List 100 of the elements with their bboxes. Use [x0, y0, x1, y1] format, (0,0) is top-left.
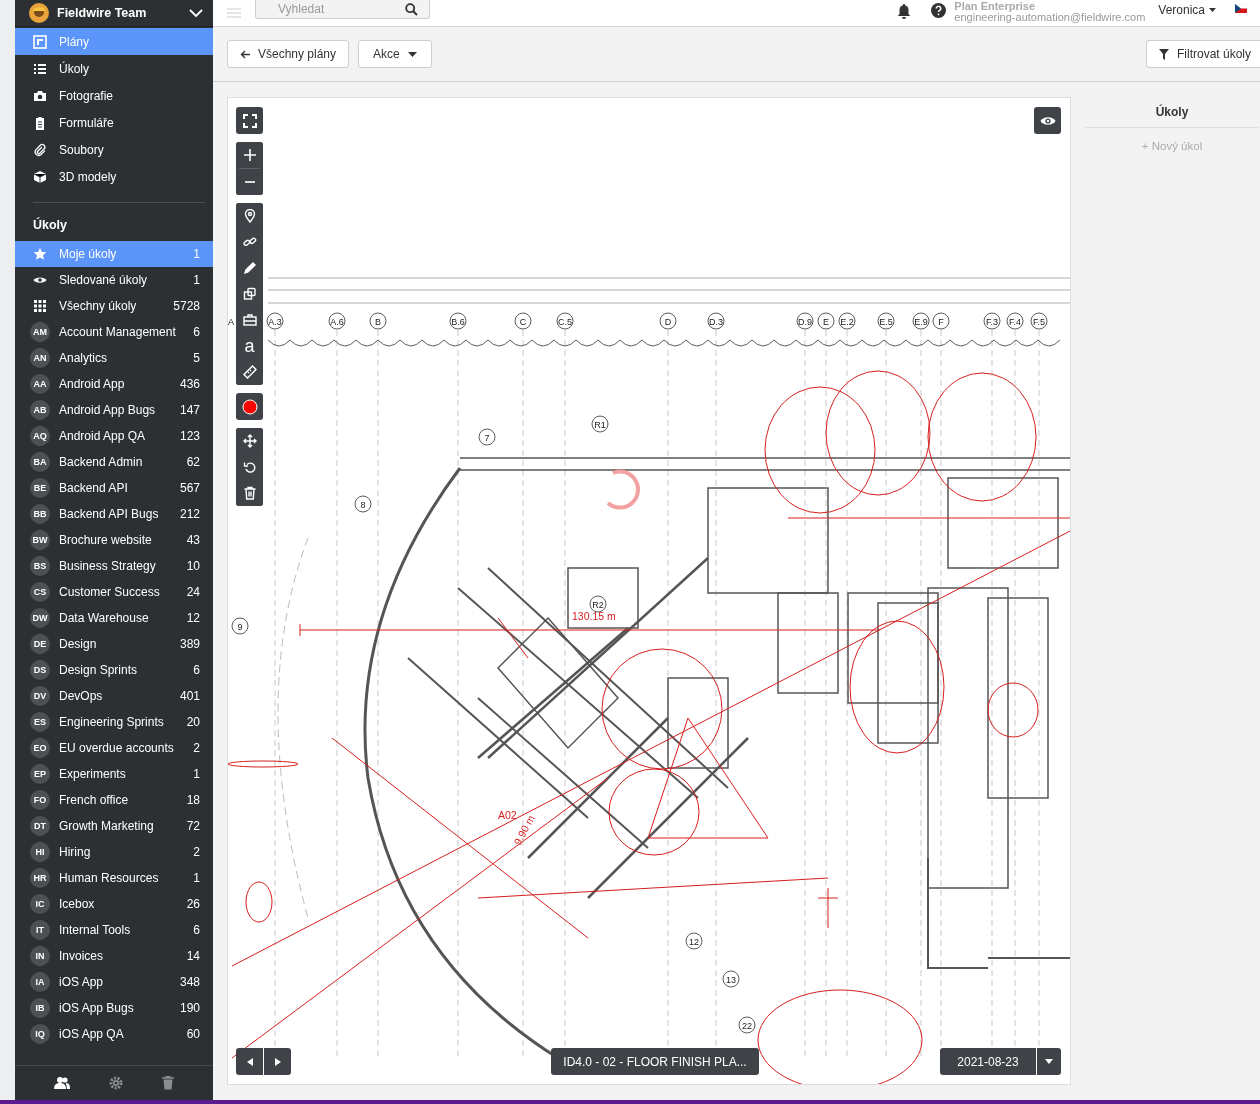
plan-marker: R2	[589, 595, 607, 613]
markup-circle	[987, 682, 1039, 738]
task-list-item[interactable]: BE Backend API 567	[15, 475, 213, 501]
visibility-toggle-button[interactable]	[1034, 107, 1061, 134]
notification-bell-icon[interactable]	[897, 3, 912, 19]
nav-item[interactable]: Fotografie	[15, 82, 213, 109]
task-list-item[interactable]: IT Internal Tools 6	[15, 917, 213, 943]
project-avatar: AN	[30, 348, 50, 368]
fullscreen-button[interactable]	[236, 107, 263, 134]
grid-bubble: E.5	[877, 312, 895, 330]
project-avatar: FO	[30, 790, 50, 810]
filter-button[interactable]: Filtrovat úkoly	[1145, 40, 1260, 68]
task-list-item[interactable]: DE Design 389	[15, 631, 213, 657]
task-list-item[interactable]: IC Icebox 26	[15, 891, 213, 917]
task-list-item[interactable]: AA Android App 436	[15, 371, 213, 397]
task-list-item[interactable]: IA iOS App 348	[15, 969, 213, 995]
version-dropdown-button[interactable]	[1037, 1048, 1061, 1075]
plan-marker: 12	[685, 932, 703, 950]
nav-item[interactable]: Soubory	[15, 136, 213, 163]
project-avatar: AB	[30, 400, 50, 420]
next-sheet-button[interactable]	[264, 1048, 291, 1075]
project-avatar: ES	[30, 712, 50, 732]
clipboard-icon	[33, 115, 47, 130]
grid-bubble: C.5	[556, 312, 574, 330]
task-list-item[interactable]: DW Data Warehouse 12	[15, 605, 213, 631]
team-switcher[interactable]: Fieldwire Team	[15, 0, 213, 27]
eye-icon	[1039, 114, 1056, 127]
plan-marker: 9	[231, 617, 249, 635]
settings-icon[interactable]	[109, 1076, 123, 1090]
version-date-button[interactable]: 2021-08-23	[940, 1048, 1036, 1075]
task-list-item[interactable]: BW Brochure website 43	[15, 527, 213, 553]
task-list-item[interactable]: HI Hiring 2	[15, 839, 213, 865]
task-list-item[interactable]: AQ Android App QA 123	[15, 423, 213, 449]
trash-icon[interactable]	[161, 1076, 174, 1090]
people-icon[interactable]	[54, 1076, 71, 1090]
search-field[interactable]: Vyhledat	[255, 0, 430, 19]
sheet-title-button[interactable]: ID4.0 - 02 - FLOOR FINISH PLA...	[551, 1048, 759, 1075]
nav-item[interactable]: Úkoly	[15, 55, 213, 82]
arrow-left-icon	[240, 49, 250, 59]
search-icon	[405, 2, 418, 16]
task-list-item[interactable]: BA Backend Admin 62	[15, 449, 213, 475]
back-button[interactable]: Všechny plány	[227, 40, 350, 68]
plan-marker: R1	[591, 415, 609, 433]
link-icon	[242, 235, 257, 249]
task-list-item[interactable]: DS Design Sprints 6	[15, 657, 213, 683]
shapes-icon	[242, 287, 257, 301]
grid-bubble: A.6	[328, 312, 346, 330]
plan-marker: 22	[738, 1016, 756, 1034]
task-list-item[interactable]: HR Human Resources 1	[15, 865, 213, 891]
record-icon	[241, 398, 258, 415]
project-avatar: DW	[30, 608, 50, 628]
actions-dropdown[interactable]: Akce	[358, 40, 432, 68]
toolbox-icon	[242, 313, 257, 327]
task-list-item[interactable]: AM Account Management 6	[15, 319, 213, 345]
task-list-item[interactable]: ES Engineering Sprints 20	[15, 709, 213, 735]
task-list-item[interactable]: IB iOS App Bugs 190	[15, 995, 213, 1021]
task-list-item[interactable]: IN Invoices 14	[15, 943, 213, 969]
task-list-item[interactable]: FO French office 18	[15, 787, 213, 813]
nav-item[interactable]: 3D modely	[15, 163, 213, 190]
grid-bubble: F.5	[1030, 312, 1048, 330]
caret-left-icon	[246, 1057, 253, 1066]
task-list-item[interactable]: EO EU overdue accounts 2	[15, 735, 213, 761]
paperclip-icon	[33, 142, 47, 157]
grid-bubble: C	[514, 312, 532, 330]
fullscreen-icon	[242, 113, 257, 128]
task-list-item[interactable]: EP Experiments 1	[15, 761, 213, 787]
task-list-item[interactable]: DT Growth Marketing 72	[15, 813, 213, 839]
project-avatar: AQ	[30, 426, 50, 446]
task-list-item[interactable]: IQ iOS App QA 60	[15, 1021, 213, 1047]
list-icon	[33, 61, 47, 76]
grid-bubble: D.9	[796, 312, 814, 330]
project-avatar: DE	[30, 634, 50, 654]
help-icon[interactable]	[931, 2, 947, 18]
task-list-item[interactable]: AN Analytics 5	[15, 345, 213, 371]
project-avatar: BW	[30, 530, 50, 550]
section-heading: Úkoly	[32, 216, 69, 234]
plan-icon	[33, 34, 47, 49]
previous-sheet-button[interactable]	[236, 1048, 263, 1075]
record-button[interactable]	[236, 393, 263, 420]
czech-flag-icon[interactable]	[1235, 3, 1247, 13]
project-avatar: BS	[30, 556, 50, 576]
user-menu[interactable]: Veronica	[1158, 3, 1216, 17]
project-avatar: IC	[30, 894, 50, 914]
project-avatar: IA	[30, 972, 50, 992]
project-avatar: DT	[30, 816, 50, 836]
task-list-item[interactable]: Všechny úkoly 5728	[15, 293, 213, 319]
project-avatar: IQ	[30, 1024, 50, 1044]
project-avatar: AM	[30, 322, 50, 342]
task-list-item[interactable]: BB Backend API Bugs 212	[15, 501, 213, 527]
grid-bubble: B	[369, 312, 387, 330]
task-list-item[interactable]: Sledované úkoly 1	[15, 267, 213, 293]
task-list-item[interactable]: BS Business Strategy 10	[15, 553, 213, 579]
grid-bubble: D	[659, 312, 677, 330]
measurement-label: A02	[498, 809, 517, 821]
nav-item[interactable]: Formuláře	[15, 109, 213, 136]
task-list-item[interactable]: AB Android App Bugs 147	[15, 397, 213, 423]
ruler-icon	[242, 365, 257, 379]
task-list-item[interactable]: CS Customer Success 24	[15, 579, 213, 605]
project-avatar: DV	[30, 686, 50, 706]
task-list-item[interactable]: DV DevOps 401	[15, 683, 213, 709]
